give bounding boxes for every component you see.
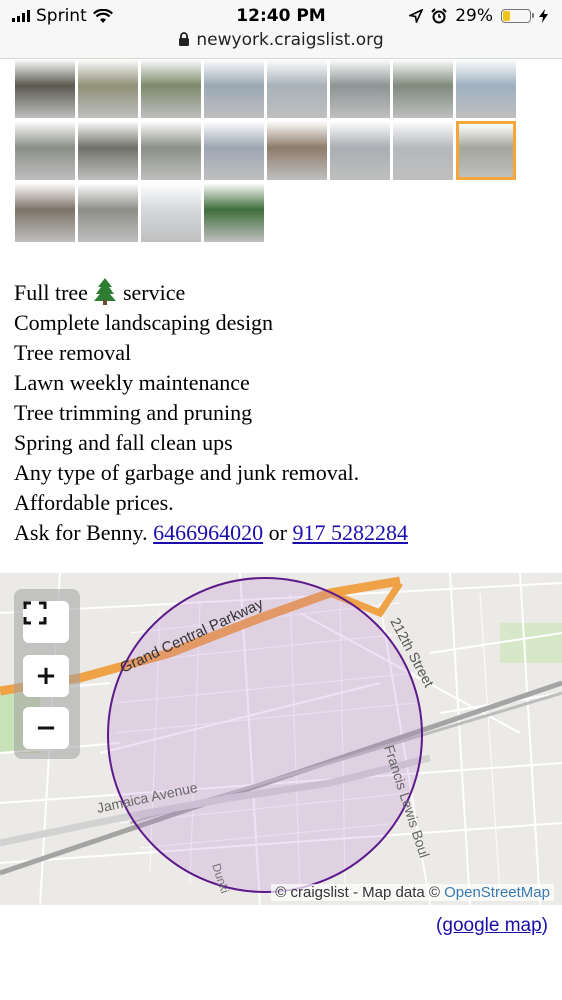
gallery-thumbnail[interactable] [141,121,201,180]
openstreetmap-link[interactable]: OpenStreetMap [444,884,550,901]
battery-fill [503,11,510,21]
description-line: Affordable prices. [14,490,174,515]
area-circle [107,577,423,893]
gallery-thumbnail[interactable] [204,121,264,180]
gallery-thumbnail[interactable] [456,59,516,118]
url-text: newyork.craigslist.org [196,30,384,50]
phone-link-2[interactable]: 917 5282284 [292,520,408,545]
fullscreen-button[interactable] [23,601,69,643]
address-bar[interactable]: newyork.craigslist.org [0,30,562,59]
zoom-out-button[interactable]: − [23,707,69,749]
gallery-thumbnail[interactable] [141,59,201,118]
alarm-icon [431,8,447,24]
description-line: Full tree service [14,277,408,308]
gallery-thumbnail[interactable] [267,59,327,118]
gallery-thumbnail[interactable] [15,183,75,242]
evergreen-tree-icon [94,278,117,305]
description-line: Any type of garbage and junk removal. [14,460,360,485]
service-text-end: service [122,280,186,305]
gallery-thumbnail[interactable] [141,183,201,242]
google-map-link[interactable]: google map [442,915,541,936]
google-map-link-wrapper: (google map) [436,915,548,937]
paren-close: ) [541,915,548,936]
gallery-thumbnail[interactable] [330,121,390,180]
gallery-thumbnail[interactable] [78,121,138,180]
zoom-in-button[interactable]: + [23,655,69,697]
gallery-thumbnail[interactable] [15,59,75,118]
map-attribution: © craigslist - Map data © OpenStreetMap [271,884,554,901]
contact-or: or [268,520,287,545]
description-line: Tree trimming and pruning [14,400,253,425]
map[interactable]: Grand Central Parkway 212th Street Jamai… [0,573,562,905]
status-right: 29% [409,6,548,26]
post-description: Full tree service Complete landscaping d… [14,277,408,548]
service-text-start: Full tree [14,280,88,305]
phone-link-1[interactable]: 6466964020 [153,520,263,545]
gallery-thumbnail[interactable] [78,183,138,242]
gallery-thumbnail[interactable] [204,59,264,118]
lock-icon [179,32,190,46]
gallery-thumbnail[interactable] [330,59,390,118]
gallery-thumbnail[interactable] [267,121,327,180]
description-line: Complete landscaping design [14,310,274,335]
map-canvas[interactable]: Grand Central Parkway 212th Street Jamai… [0,573,562,905]
status-bar: Sprint 12:40 PM 29% [0,0,562,30]
map-controls: + − [14,589,80,759]
description-line: Lawn weekly maintenance [14,370,250,395]
gallery-thumbnail[interactable] [393,121,453,180]
attribution-text: © craigslist - Map data © [275,884,440,901]
battery-icon [501,9,534,23]
description-line: Spring and fall clean ups [14,430,233,455]
fullscreen-icon [23,601,47,625]
gallery-thumbnail[interactable] [456,121,516,180]
park-area [500,623,562,663]
location-arrow-icon [409,9,424,23]
battery-percent: 29% [455,6,493,26]
contact-prefix: Ask for Benny. [14,520,148,545]
gallery-thumbnail[interactable] [78,59,138,118]
charging-bolt-icon [539,9,548,23]
description-line: Tree removal [14,340,132,365]
gallery-thumbnail[interactable] [204,183,264,242]
gallery-thumbnail[interactable] [15,121,75,180]
contact-line: Ask for Benny. 6466964020 or 917 5282284 [14,518,408,548]
gallery-thumbnail[interactable] [393,59,453,118]
